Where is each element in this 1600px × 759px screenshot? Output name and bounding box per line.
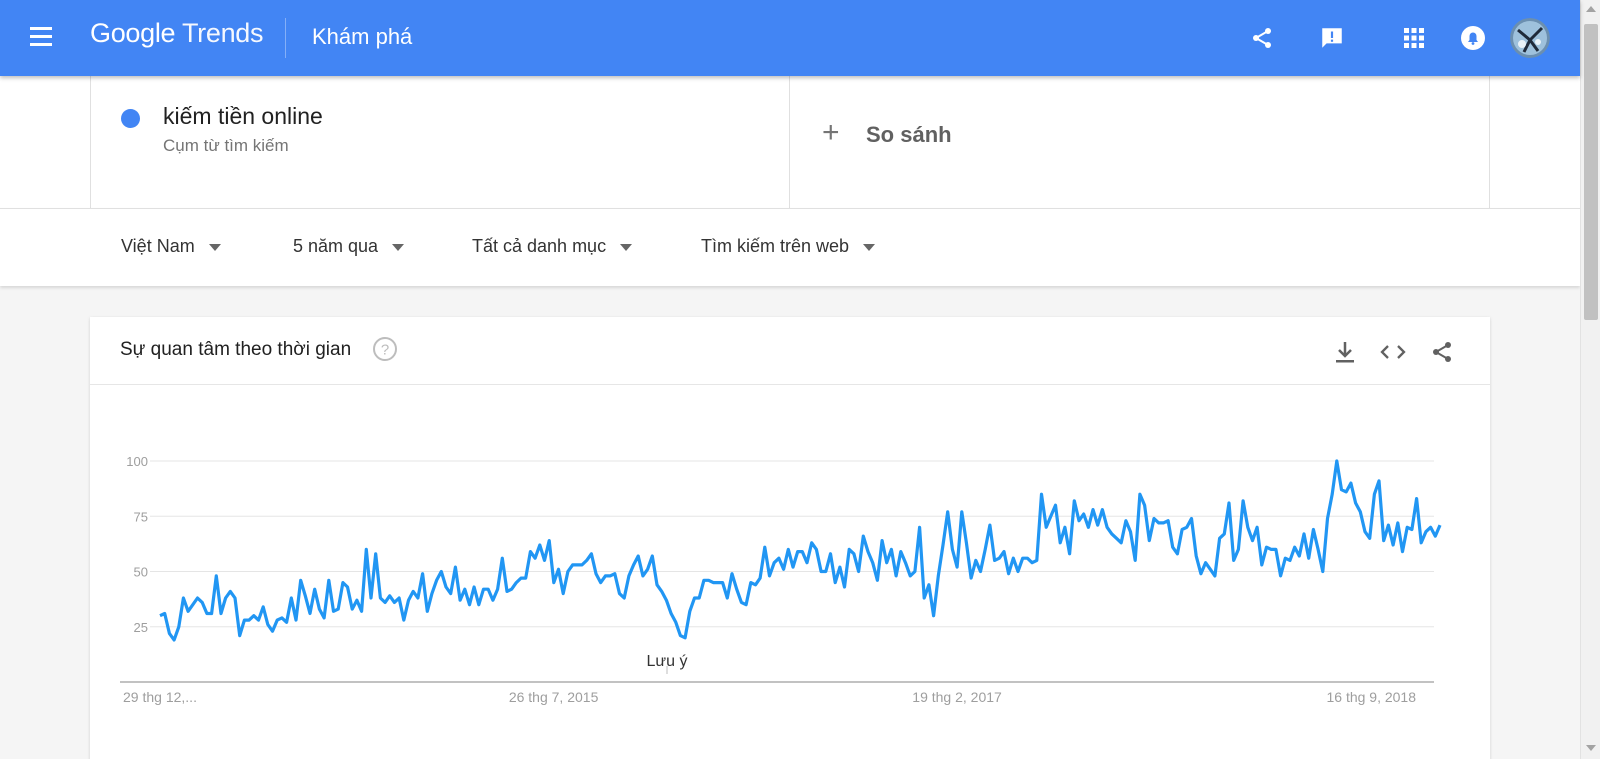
trends-explore-page: Google Trends Khám phá kiếm tiền online …	[0, 0, 1600, 759]
scroll-thumb[interactable]	[1584, 24, 1598, 320]
compare-label: So sánh	[866, 122, 952, 147]
y-tick-label: 100	[126, 454, 148, 469]
search-term-card[interactable]: kiếm tiền online Cụm từ tìm kiếm	[90, 76, 790, 208]
filter-bar: Việt Nam 5 năm qua Tất cả danh mục Tìm k…	[0, 208, 1580, 286]
interest-line-chart[interactable]: 25 50 75 100 29 thg 12,... 26 thg 7, 2015 19 …	[90, 385, 1490, 759]
chevron-down-icon	[392, 243, 405, 251]
header-divider	[285, 18, 286, 58]
time-range-value: 5 năm qua	[293, 236, 379, 256]
avatar[interactable]	[1510, 18, 1550, 58]
embed-icon[interactable]	[1378, 337, 1408, 367]
series-line-kiem-tien-online[interactable]	[159, 459, 1442, 642]
compare-button[interactable]: + So sánh	[790, 76, 1490, 208]
card-header: Sự quan tâm theo thời gian ?	[90, 317, 1490, 385]
region-value: Việt Nam	[121, 236, 195, 256]
region-dropdown[interactable]: Việt Nam	[121, 236, 221, 257]
category-dropdown[interactable]: Tất cả danh mục	[472, 236, 633, 257]
search-term-name: kiếm tiền online	[163, 103, 323, 129]
page-scrollbar[interactable]	[1580, 0, 1600, 759]
x-tick-label: 16 thg 9, 2018	[1326, 689, 1416, 705]
x-axis-ticks: 29 thg 12,... 26 thg 7, 2015 19 thg 2, 201…	[123, 689, 1416, 705]
chart-series	[159, 459, 1442, 642]
apps-icon[interactable]	[1398, 22, 1430, 54]
google-trends-logo[interactable]: Google Trends	[90, 18, 264, 49]
term-color-dot	[121, 109, 140, 128]
search-term-type: Cụm từ tìm kiếm	[163, 136, 289, 155]
y-axis-ticks: 25 50 75 100	[126, 454, 148, 635]
brand-trends: Trends	[181, 18, 264, 48]
x-tick-label: 29 thg 12,...	[123, 689, 197, 705]
share-icon[interactable]	[1246, 22, 1278, 54]
notifications-icon[interactable]	[1457, 22, 1489, 54]
svg-text:?: ?	[381, 342, 389, 359]
page-title: Khám phá	[312, 24, 413, 49]
category-value: Tất cả danh mục	[472, 236, 607, 256]
scroll-down-arrow[interactable]	[1586, 745, 1596, 751]
search-type-dropdown[interactable]: Tìm kiếm trên web	[701, 236, 876, 257]
search-terms-panel: kiếm tiền online Cụm từ tìm kiếm + So sá…	[0, 76, 1580, 208]
y-tick-label: 75	[134, 509, 148, 524]
x-tick-label: 26 thg 7, 2015	[509, 689, 599, 705]
chevron-down-icon	[620, 243, 633, 251]
note-label[interactable]: Lưu ý	[647, 653, 688, 670]
download-icon[interactable]	[1330, 337, 1360, 367]
scroll-up-arrow[interactable]	[1586, 6, 1596, 12]
interest-over-time-card: Sự quan tâm theo thời gian ? 25 50 75 100 2…	[90, 317, 1490, 759]
share-icon[interactable]	[1427, 337, 1457, 367]
y-tick-label: 25	[134, 620, 148, 635]
chevron-down-icon	[863, 243, 876, 251]
card-title: Sự quan tâm theo thời gian	[120, 339, 352, 360]
chevron-down-icon	[208, 243, 221, 251]
menu-icon[interactable]	[30, 27, 54, 51]
x-tick-label: 19 thg 2, 2017	[912, 689, 1002, 705]
search-type-value: Tìm kiếm trên web	[701, 236, 850, 256]
plus-icon: +	[822, 116, 840, 149]
time-range-dropdown[interactable]: 5 năm qua	[293, 236, 405, 257]
help-icon[interactable]: ?	[371, 335, 399, 368]
feedback-icon[interactable]	[1316, 22, 1348, 54]
brand-google: Google	[90, 18, 176, 48]
y-tick-label: 50	[134, 565, 148, 580]
app-bar: Google Trends Khám phá	[0, 0, 1580, 76]
chart-gridlines	[120, 460, 1434, 683]
